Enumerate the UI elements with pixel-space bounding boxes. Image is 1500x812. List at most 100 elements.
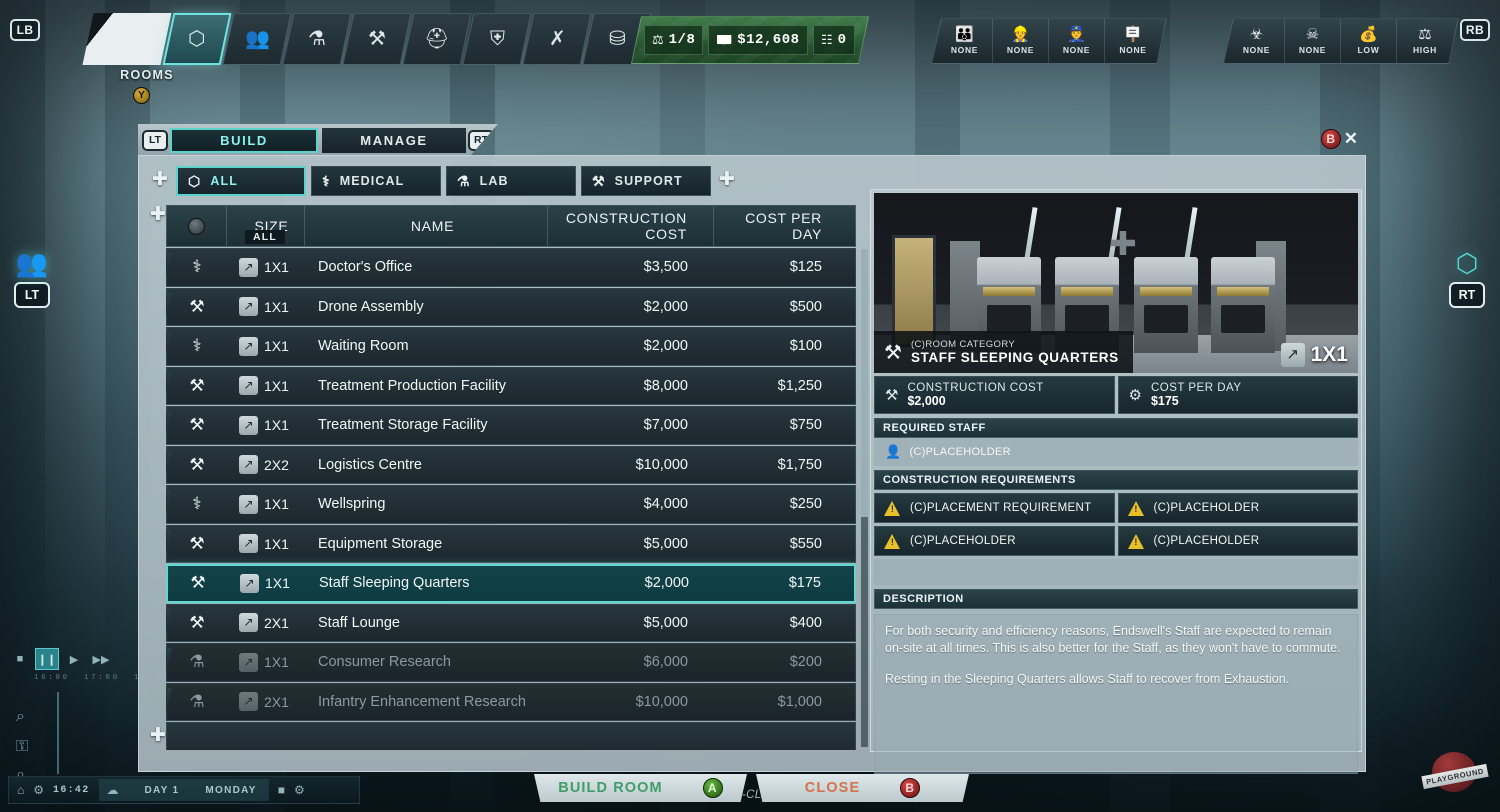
tab-build[interactable]: BUILD [170, 128, 318, 153]
status-infection[interactable]: ☣ NONE [1229, 19, 1285, 63]
status-reputation[interactable]: ⚖ HIGH [1397, 19, 1453, 63]
table-row-selected[interactable]: ⚒ ↗1X1 Staff Sleeping Quarters $2,000 $1… [166, 564, 856, 603]
lock-icon[interactable]: ⚿ [16, 738, 28, 756]
status-contamination[interactable]: ☠ NONE [1285, 19, 1341, 63]
close-button[interactable]: CLOSE B [756, 774, 969, 802]
a-button-badge[interactable]: A [703, 778, 723, 798]
rooms-tab-label: ROOMS [108, 68, 186, 82]
table-row[interactable]: ⚕ ↗1X1 Doctor's Office $3,500 $125 [166, 248, 856, 287]
table-row[interactable]: ⚒ ↗1X1 Treatment Storage Facility $7,000… [166, 406, 856, 445]
nav-tab-logistics[interactable]: ✗ [522, 13, 591, 65]
table-row[interactable]: ⚒ ↗1X1 Drone Assembly $2,000 $500 [166, 288, 856, 327]
tab-manage[interactable]: MANAGE [322, 128, 466, 153]
nav-tab-policies[interactable]: ⛨ [462, 13, 531, 65]
required-staff-header: REQUIRED STAFF [874, 418, 1358, 438]
close-icon[interactable]: ✕ [1344, 130, 1358, 148]
table-row[interactable]: ⚒ ↗1X1 Equipment Storage $5,000 $550 [166, 525, 856, 564]
row-category-icon: ⚒ [167, 455, 227, 475]
nav-tab-research[interactable]: ⚗ [282, 13, 351, 65]
status-protest[interactable]: 🪧 NONE [1105, 19, 1161, 63]
room-detail-panel: ✚ ⚒ (C)ROOM CATEGORY STAFF SLEEPING QUAR… [870, 189, 1362, 752]
category-tab-medical[interactable]: ⚕ MEDICAL [311, 166, 441, 196]
lt-trigger-badge[interactable]: LT [14, 282, 50, 308]
nav-tab-rooms[interactable]: ⬡ [162, 13, 231, 65]
status-security[interactable]: 👮 NONE [1049, 19, 1105, 63]
row-cost-per-day: $500 [714, 299, 855, 315]
rb-bumper-badge[interactable]: RB [1460, 19, 1490, 41]
side-context-right[interactable]: ⬡ RT [1444, 250, 1490, 308]
category-tab-lab[interactable]: ⚗ LAB [446, 166, 576, 196]
table-row[interactable]: ⚕ ↗1X1 Wellspring $4,000 $250 [166, 485, 856, 524]
filter-dot-icon[interactable] [188, 218, 205, 235]
pause-button[interactable]: ❙❙ [35, 648, 59, 670]
b-button-badge[interactable]: B [900, 778, 920, 798]
nav-tab-construction[interactable]: ⚒ [342, 13, 411, 65]
table-row-partial[interactable] [166, 722, 856, 750]
nav-tab-staff[interactable]: 👥 [222, 13, 291, 65]
row-name: Treatment Storage Facility [305, 417, 548, 433]
side-context-left[interactable]: 👥 LT [9, 250, 55, 308]
rt-trigger-badge[interactable]: RT [1449, 282, 1485, 308]
preview-sleep-pod [1211, 257, 1275, 353]
cost-per-day-box: ⚙ COST PER DAY $175 [1118, 376, 1359, 414]
header-name[interactable]: NAME [305, 206, 548, 246]
table-scrollbar[interactable] [861, 249, 868, 747]
rooms-y-button-badge[interactable]: Y [133, 87, 150, 104]
resize-icon: ↗ [239, 495, 258, 514]
warning-triangle-icon [884, 534, 901, 549]
table-scrollbar-thumb[interactable] [861, 249, 868, 517]
status-population[interactable]: 👪 NONE [937, 19, 993, 63]
status-funding[interactable]: 💰 LOW [1341, 19, 1397, 63]
timeline-tick: 17:00 [84, 674, 120, 682]
category-tab-all[interactable]: ⬡ ALL [176, 166, 306, 196]
row-cost-per-day: $100 [714, 338, 855, 354]
description-paragraph-2: Resting in the Sleeping Quarters allows … [885, 671, 1347, 688]
warning-triangle-icon [1128, 501, 1145, 516]
funding-icon: 💰 [1359, 27, 1378, 42]
rooms-hex-icon: ⬡ [188, 29, 205, 49]
lb-bumper-badge[interactable]: LB [10, 19, 40, 41]
table-row[interactable]: ⚒ ↗1X1 Treatment Production Facility $8,… [166, 367, 856, 406]
status-population-value: NONE [951, 45, 978, 55]
row-cost-per-day: $1,750 [714, 457, 855, 473]
row-cost-per-day: $200 [714, 654, 855, 670]
workers-icon: 👷 [1011, 27, 1030, 42]
header-size[interactable]: SIZE ALL [227, 206, 305, 246]
fast-forward-button[interactable]: ▶▶ [89, 648, 113, 670]
row-category-icon: ⚕ [167, 494, 227, 514]
resize-icon: ↗ [239, 455, 258, 474]
row-size: ↗1X1 [227, 337, 305, 356]
lt-tab-trigger[interactable]: LT [142, 130, 168, 151]
resize-icon: ↗ [239, 258, 258, 277]
build-room-button[interactable]: BUILD ROOM A [534, 774, 747, 802]
category-tab-support[interactable]: ⚒ SUPPORT [581, 166, 711, 196]
rt-tab-trigger[interactable]: RT [468, 130, 494, 151]
category-tab-row: ✚ ⬡ ALL ⚕ MEDICAL ⚗ LAB ⚒ SUPPORT ✚ [149, 166, 738, 196]
b-button-badge[interactable]: B [1321, 129, 1341, 149]
table-row[interactable]: ⚒ ↗2X2 Logistics Centre $10,000 $1,750 [166, 446, 856, 485]
construction-cost-label: CONSTRUCTION COST [907, 382, 1043, 394]
header-filter-cell[interactable] [167, 206, 227, 246]
add-category-left-button[interactable]: ✚ [149, 170, 171, 192]
row-size: ↗1X1 [227, 416, 305, 435]
zoom-in-icon[interactable]: ⌕ [16, 708, 25, 726]
header-cost-per-day[interactable]: COST PER DAY [714, 206, 855, 246]
nav-tab-patients[interactable]: ⛑ [402, 13, 471, 65]
modal-close-control[interactable]: B ✕ [1321, 129, 1358, 149]
table-row[interactable]: ⚒ ↗2X1 Staff Lounge $5,000 $400 [166, 604, 856, 643]
resource-money: 💵 $12,608 [708, 25, 808, 55]
header-construction-cost[interactable]: CONSTRUCTION COST [548, 206, 714, 246]
stop-button[interactable]: ■ [8, 648, 32, 670]
row-category-icon: ⚗ [167, 652, 227, 672]
status-workers-value: NONE [1007, 45, 1034, 55]
status-group-right: ☣ NONE ☠ NONE 💰 LOW ⚖ HIGH [1223, 18, 1459, 64]
row-size: ↗1X1 [227, 534, 305, 553]
table-row[interactable]: ⚕ ↗1X1 Waiting Room $2,000 $100 [166, 327, 856, 366]
status-workers[interactable]: 👷 NONE [993, 19, 1049, 63]
top-hud-bar: LB RB ⬡ 👥 ⚗ ⚒ ⛑ ⛨ ✗ ⛁ ROOMS Y ⚖ 1/8 💵 $1… [0, 0, 1500, 78]
play-button[interactable]: ▶ [62, 648, 86, 670]
row-construction-cost: $5,000 [548, 615, 714, 631]
resize-icon: ↗ [240, 574, 259, 593]
add-category-right-button[interactable]: ✚ [716, 170, 738, 192]
size-filter-badge[interactable]: ALL [245, 230, 285, 244]
